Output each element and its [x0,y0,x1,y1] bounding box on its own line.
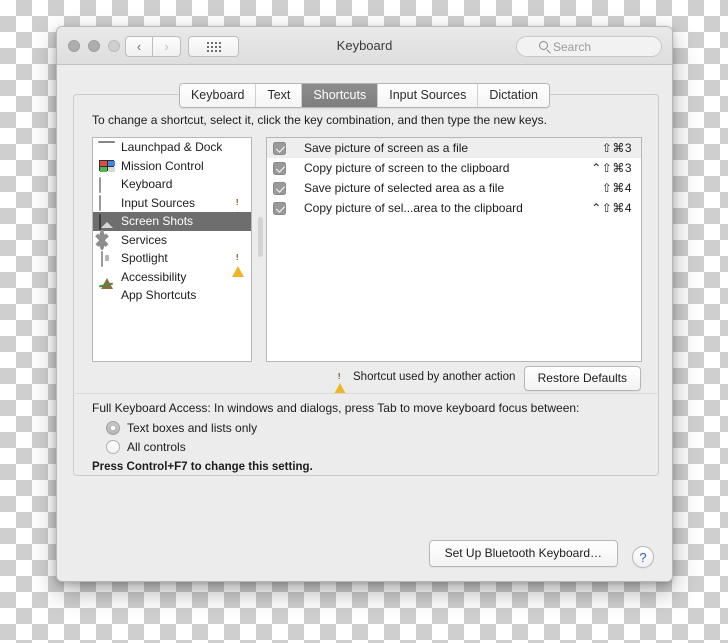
warning-triangle-icon [232,252,244,277]
radio-button[interactable] [106,440,120,454]
sidebar-item-input-sources[interactable]: Input Sources [93,194,251,222]
shortcut-checkbox[interactable] [273,141,286,155]
full-keyboard-access-title: Full Keyboard Access: In windows and dia… [92,401,580,415]
shortcut-checkbox[interactable] [273,161,286,175]
shortcut-keys[interactable]: ⌃⇧⌘3 [591,161,632,175]
table-row[interactable]: Copy picture of screen to the clipboard … [267,158,641,178]
sidebar-item-label: Input Sources [121,195,196,210]
warning-triangle-icon [232,196,244,222]
sidebar-item-spotlight[interactable]: Spotlight [93,249,251,277]
instructions-text: To change a shortcut, select it, click t… [92,113,547,127]
tab-dictation[interactable]: Dictation [478,84,550,107]
radio-all-controls[interactable]: All controls [106,440,186,454]
shortcut-keys[interactable]: ⇧⌘3 [602,141,632,155]
tab-shortcuts[interactable]: Shortcuts [302,84,379,107]
section-divider [75,393,657,394]
table-row[interactable]: Save picture of screen as a file ⇧⌘3 [267,138,641,158]
help-button[interactable]: ? [632,546,654,568]
table-row[interactable]: Copy picture of sel...area to the clipbo… [267,198,641,218]
shortcut-checkbox[interactable] [273,201,286,215]
full-keyboard-access-hint: Press Control+F7 to change this setting. [92,461,313,473]
shortcut-checkbox[interactable] [273,181,286,195]
restore-defaults-button[interactable]: Restore Defaults [523,366,641,391]
sidebar-item-app-shortcuts[interactable]: App Shortcuts [93,286,251,305]
sidebar-item-label: Keyboard [121,177,173,192]
sidebar-item-label: Screen Shots [121,214,194,229]
shortcuts-panel: To change a shortcut, select it, click t… [73,94,659,476]
sidebar-item-label: Launchpad & Dock [121,140,223,155]
sidebar-item-label: Accessibility [121,269,187,284]
shortcut-name: Copy picture of screen to the clipboard [304,161,510,175]
warning-legend: Shortcut used by another action [334,371,516,394]
window-icon [99,195,115,212]
sidebar-item-label: Services [121,232,168,247]
sidebar-item-screen-shots[interactable]: Screen Shots [93,212,251,231]
sidebar-item-accessibility[interactable]: Accessibility [93,268,251,287]
keyboard-preferences-window: ‹ › Keyboard Search Keyboard Text Shortc… [56,26,673,582]
pane-divider[interactable] [257,137,264,362]
window-titlebar: ‹ › Keyboard Search [57,27,672,65]
sidebar-item-label: App Shortcuts [121,288,197,303]
shortcut-name: Copy picture of sel...area to the clipbo… [304,201,523,215]
gear-icon [99,230,115,251]
warning-triangle-icon [334,371,346,394]
search-icon [539,41,548,50]
search-placeholder: Search [553,39,592,54]
laptop-icon [99,141,115,154]
sidebar-item-label: Spotlight [121,251,168,266]
radio-label: All controls [127,440,186,454]
radio-button[interactable] [106,421,120,435]
mission-control-icon [99,159,115,173]
shortcut-list[interactable]: Save picture of screen as a file ⇧⌘3 Cop… [266,137,642,362]
screenshot-icon [99,213,115,230]
scrollbar-thumb[interactable] [258,217,263,257]
radio-text-boxes-and-lists-only[interactable]: Text boxes and lists only [106,421,257,435]
tab-input-sources[interactable]: Input Sources [378,84,479,107]
tab-bar: Keyboard Text Shortcuts Input Sources Di… [57,83,672,108]
shortcut-name: Save picture of selected area as a file [304,181,505,195]
search-field[interactable]: Search [516,36,662,57]
shortcut-name: Save picture of screen as a file [304,141,469,155]
set-up-bluetooth-keyboard-button[interactable]: Set Up Bluetooth Keyboard… [428,540,618,567]
document-icon [99,250,115,267]
sidebar-item-keyboard[interactable]: Keyboard [93,175,251,194]
tab-text[interactable]: Text [256,84,303,107]
table-row[interactable]: Save picture of selected area as a file … [267,178,641,198]
shortcut-category-list[interactable]: Launchpad & Dock Mission Control Keyboar… [92,137,252,362]
window-body: Keyboard Text Shortcuts Input Sources Di… [57,65,672,581]
sidebar-item-label: Mission Control [121,158,204,173]
tab-strip: Keyboard Text Shortcuts Input Sources Di… [178,83,551,108]
tab-keyboard[interactable]: Keyboard [179,84,257,107]
shortcut-keys[interactable]: ⌃⇧⌘4 [591,201,632,215]
warning-legend-label: Shortcut used by another action [353,371,516,383]
window-icon [99,176,115,193]
sidebar-item-services[interactable]: Services [93,230,251,251]
radio-label: Text boxes and lists only [127,421,258,435]
app-shortcuts-icon [99,289,115,302]
sidebar-item-mission-control[interactable]: Mission Control [93,157,251,176]
sidebar-item-launchpad-dock[interactable]: Launchpad & Dock [93,138,251,157]
shortcut-keys[interactable]: ⇧⌘4 [602,181,632,195]
